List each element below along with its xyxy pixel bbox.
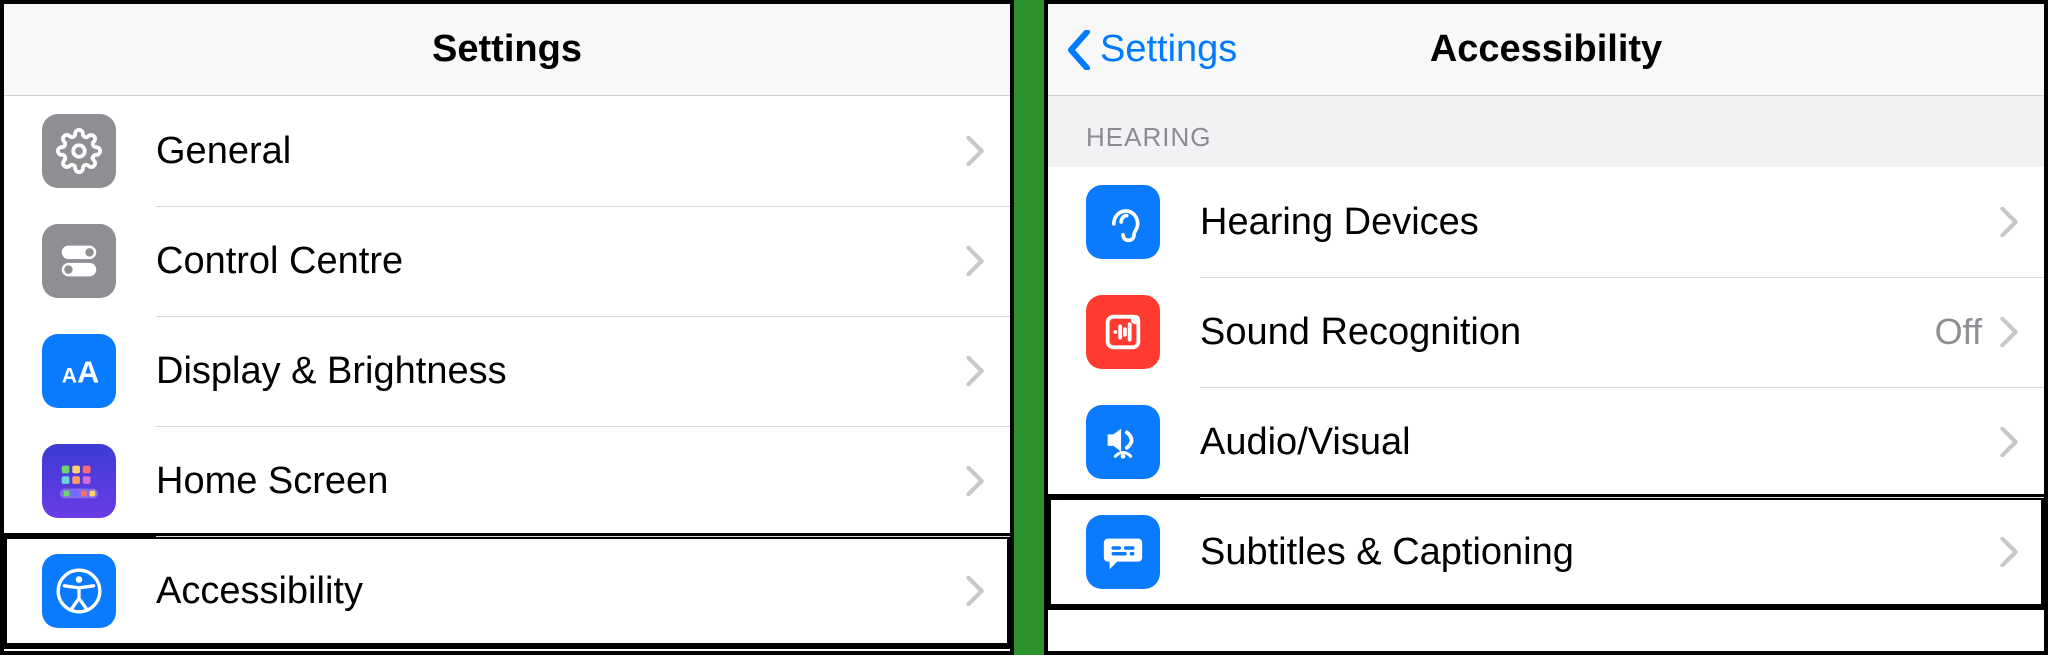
chevron-right-icon — [966, 576, 984, 606]
sound-recognition-icon — [1086, 295, 1160, 369]
settings-list: General Control Centre AA Display & Brig… — [4, 96, 1010, 646]
chevron-right-icon — [2000, 317, 2018, 347]
accessibility-row-audio-visual[interactable]: Audio/Visual — [1048, 387, 2044, 497]
row-label: Home Screen — [156, 460, 966, 503]
toggles-icon — [42, 224, 116, 298]
panel-divider — [1014, 0, 1044, 655]
settings-row-control-centre[interactable]: Control Centre — [4, 206, 1010, 316]
row-detail: Off — [1935, 311, 1982, 353]
section-header-hearing: Hearing — [1048, 96, 2044, 167]
row-label: Control Centre — [156, 240, 966, 283]
nav-bar: Settings Accessibility — [1048, 4, 2044, 96]
settings-panel: Settings General Control Centre AA Displ… — [0, 0, 1014, 655]
chevron-right-icon — [2000, 207, 2018, 237]
accessibility-row-hearing-devices[interactable]: Hearing Devices — [1048, 167, 2044, 277]
row-label: Sound Recognition — [1200, 311, 1935, 354]
text-size-icon: AA — [42, 334, 116, 408]
accessibility-row-sound-recognition[interactable]: Sound Recognition Off — [1048, 277, 2044, 387]
gear-icon — [42, 114, 116, 188]
chevron-right-icon — [2000, 427, 2018, 457]
chevron-right-icon — [2000, 537, 2018, 567]
row-label: Subtitles & Captioning — [1200, 531, 2000, 574]
svg-text:A: A — [62, 365, 77, 388]
row-label: Accessibility — [156, 570, 966, 613]
row-label: Audio/Visual — [1200, 421, 2000, 464]
chevron-right-icon — [966, 246, 984, 276]
accessibility-panel: Settings Accessibility Hearing Hearing D… — [1044, 0, 2048, 655]
back-label: Settings — [1100, 28, 1237, 71]
settings-row-accessibility[interactable]: Accessibility — [4, 536, 1010, 646]
captions-icon — [1086, 515, 1160, 589]
chevron-right-icon — [966, 136, 984, 166]
settings-row-home-screen[interactable]: Home Screen — [4, 426, 1010, 536]
settings-row-general[interactable]: General — [4, 96, 1010, 206]
nav-bar: Settings — [4, 4, 1010, 96]
ear-icon — [1086, 185, 1160, 259]
home-screen-icon — [42, 444, 116, 518]
nav-title: Settings — [4, 28, 1010, 71]
row-label: Hearing Devices — [1200, 201, 2000, 244]
accessibility-list: Hearing Devices Sound Recognition Off Au… — [1048, 167, 2044, 607]
svg-text:A: A — [77, 356, 99, 390]
row-label: General — [156, 130, 966, 173]
row-label: Display & Brightness — [156, 350, 966, 393]
accessibility-row-subtitles-captioning[interactable]: Subtitles & Captioning — [1048, 497, 2044, 607]
accessibility-icon — [42, 554, 116, 628]
chevron-right-icon — [966, 356, 984, 386]
settings-row-display-brightness[interactable]: AA Display & Brightness — [4, 316, 1010, 426]
audio-visual-icon — [1086, 405, 1160, 479]
chevron-right-icon — [966, 466, 984, 496]
back-button[interactable]: Settings — [1048, 28, 1237, 71]
